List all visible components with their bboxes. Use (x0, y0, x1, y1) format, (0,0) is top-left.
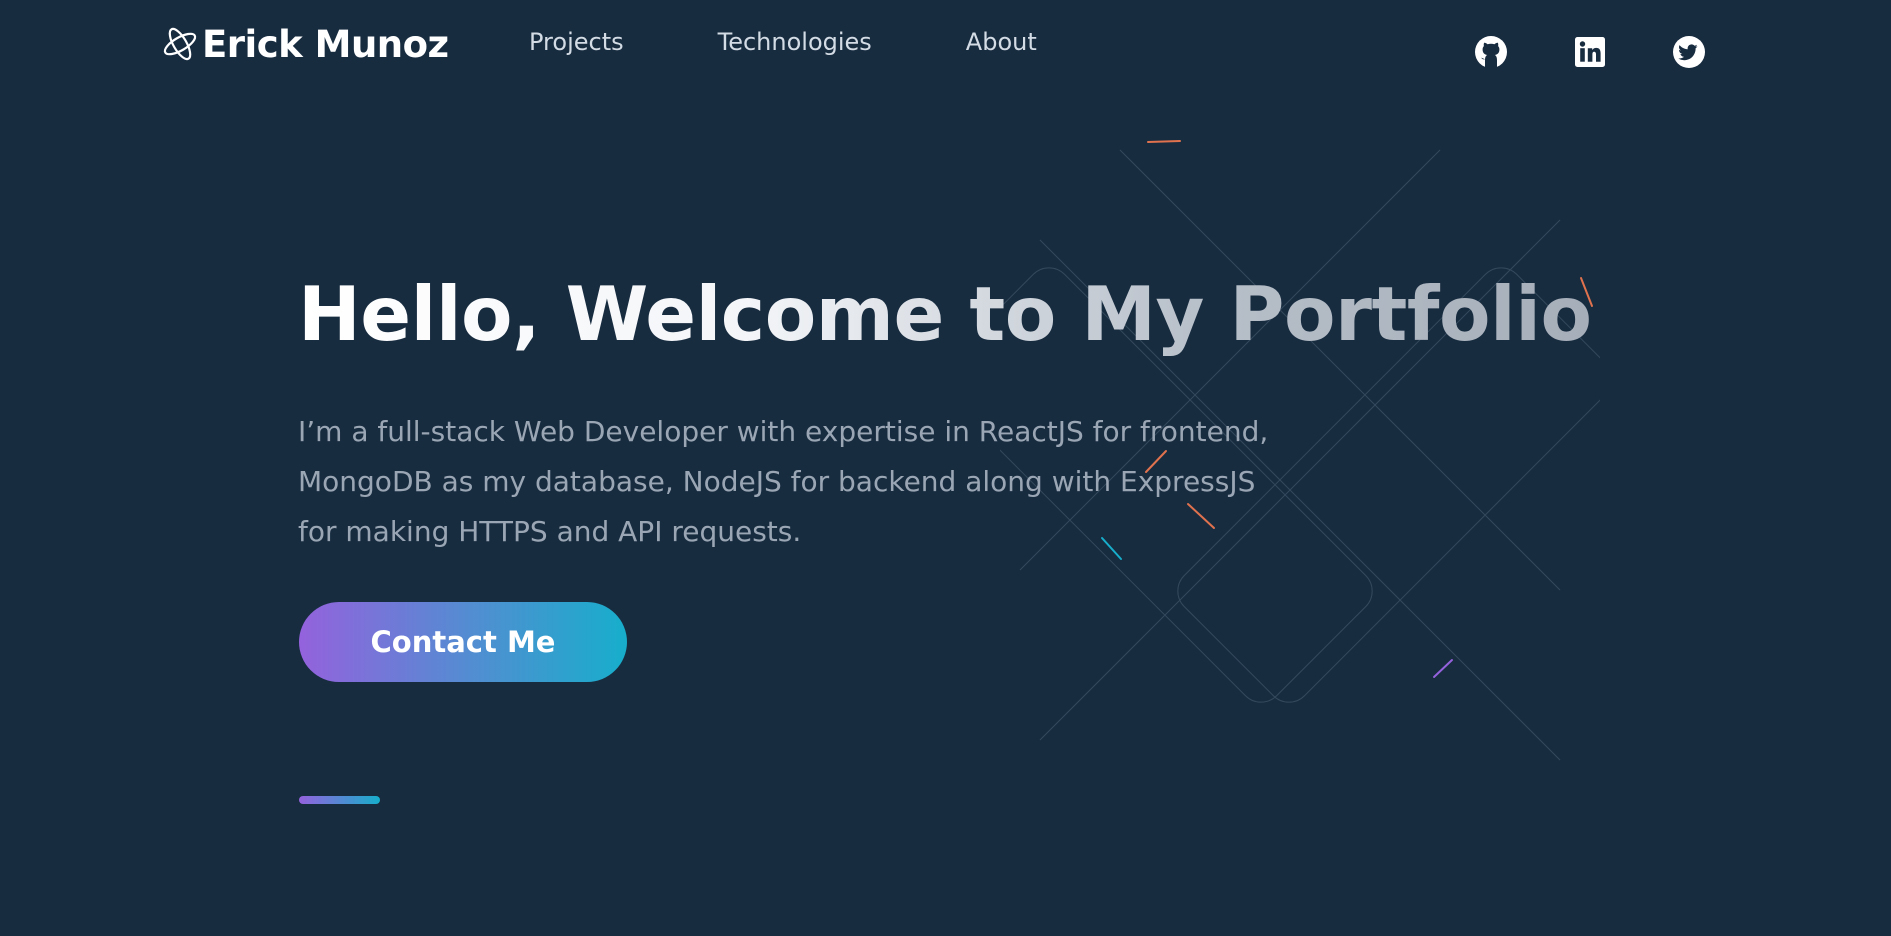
main-nav: Projects Technologies About (529, 24, 1131, 60)
nav-link-projects[interactable]: Projects (529, 24, 624, 60)
nav-link-about[interactable]: About (966, 24, 1037, 60)
social-links (1474, 35, 1771, 69)
github-icon (1475, 36, 1507, 68)
site-header: Erick Munoz Projects Technologies About (0, 0, 1891, 90)
twitter-link[interactable] (1672, 35, 1706, 69)
hero-description: I’m a full-stack Web Developer with expe… (298, 415, 1269, 548)
twitter-icon (1673, 36, 1705, 68)
linkedin-icon (1575, 37, 1605, 67)
contact-me-button[interactable]: Contact Me (299, 602, 627, 682)
atom-logo-icon (163, 27, 197, 61)
logo-link[interactable]: Erick Munoz (160, 20, 449, 68)
linkedin-link[interactable] (1573, 35, 1607, 69)
logo-text: Erick Munoz (202, 22, 449, 66)
hero-title: Hello, Welcome to My Portfolio (298, 270, 1592, 358)
github-link[interactable] (1474, 35, 1508, 69)
nav-link-technologies[interactable]: Technologies (718, 24, 872, 60)
accent-divider (299, 796, 380, 804)
